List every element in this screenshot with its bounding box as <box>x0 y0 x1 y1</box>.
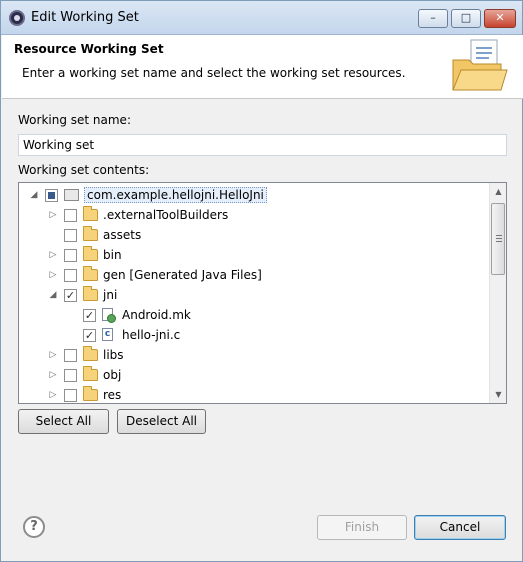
window-title: Edit Working Set <box>31 10 139 25</box>
maximize-button[interactable]: □ <box>451 9 481 28</box>
tree-item-label: gen [Generated Java Files] <box>103 268 262 282</box>
folder-icon <box>83 286 98 301</box>
tree-row[interactable]: ◢ com.example.hellojni.HelloJni <box>19 185 489 205</box>
vertical-scrollbar[interactable]: ▲ ▼ <box>489 183 506 403</box>
tree-checkbox[interactable]: ✓ <box>83 329 96 342</box>
folder-icon <box>83 266 98 281</box>
expand-arrow-icon[interactable]: ▷ <box>48 350 58 360</box>
tree-row[interactable]: ▷ bin <box>19 245 489 265</box>
tree-checkbox[interactable] <box>64 229 77 242</box>
folder-icon <box>83 346 98 361</box>
tree-row[interactable]: ▷ obj <box>19 365 489 385</box>
working-set-name-input[interactable] <box>18 134 507 156</box>
tree-item-label: bin <box>103 248 122 262</box>
folder-icon <box>83 246 98 261</box>
tree-item-label: Android.mk <box>122 308 191 322</box>
tree-checkbox[interactable] <box>64 269 77 282</box>
tree-checkbox[interactable] <box>64 209 77 222</box>
tree-checkbox[interactable] <box>64 369 77 382</box>
folder-icon <box>83 366 98 381</box>
working-set-contents-tree[interactable]: ◢ com.example.hellojni.HelloJni ▷ .external… <box>18 182 507 404</box>
working-set-contents-label: Working set contents: <box>18 163 150 177</box>
tree-row[interactable]: assets <box>19 225 489 245</box>
cancel-button[interactable]: Cancel <box>414 515 506 540</box>
working-set-name-label: Working set name: <box>18 113 131 127</box>
edit-working-set-dialog: Edit Working Set – □ ✕ Resource Working … <box>0 0 523 562</box>
tree-item-label: res <box>103 388 122 402</box>
finish-button[interactable]: Finish <box>317 515 407 540</box>
tree-checkbox[interactable] <box>64 389 77 402</box>
c-file-icon: c <box>102 328 113 341</box>
grip-icon <box>496 235 502 242</box>
scroll-up-arrow-icon[interactable]: ▲ <box>490 183 506 200</box>
tree-item-label: com.example.hellojni.HelloJni <box>84 187 267 203</box>
tree-row[interactable]: ▷ libs <box>19 345 489 365</box>
folder-icon <box>83 206 98 221</box>
expand-arrow-icon <box>48 230 58 240</box>
tree-item-label: .externalToolBuilders <box>103 208 229 222</box>
tree-checkbox[interactable] <box>64 249 77 262</box>
title-bar[interactable]: Edit Working Set – □ ✕ <box>1 1 522 35</box>
expand-arrow-icon[interactable]: ▷ <box>48 390 58 400</box>
banner-description: Enter a working set name and select the … <box>22 66 406 80</box>
help-icon[interactable]: ? <box>23 516 45 538</box>
select-all-button[interactable]: Select All <box>18 409 109 434</box>
banner-title: Resource Working Set <box>14 42 164 56</box>
header-banner: Resource Working Set Enter a working set… <box>2 35 523 99</box>
tree-checkbox[interactable] <box>64 349 77 362</box>
tree-row[interactable]: ▷ gen [Generated Java Files] <box>19 265 489 285</box>
expand-arrow-icon <box>67 330 77 340</box>
eclipse-icon <box>9 10 25 26</box>
collapse-arrow-icon[interactable]: ◢ <box>29 190 39 200</box>
minimize-button[interactable]: – <box>418 9 448 28</box>
tree-row[interactable]: ▷ res <box>19 385 489 403</box>
tree-row[interactable]: ▷ .externalToolBuilders <box>19 205 489 225</box>
tree-checkbox[interactable] <box>45 189 58 202</box>
expand-arrow-icon[interactable]: ▷ <box>48 270 58 280</box>
tree-item-label: jni <box>103 288 118 302</box>
expand-arrow-icon[interactable]: ▷ <box>48 250 58 260</box>
tree-checkbox[interactable]: ✓ <box>64 289 77 302</box>
project-icon <box>64 189 79 201</box>
tree-item-label: hello-jni.c <box>122 328 181 342</box>
collapse-arrow-icon[interactable]: ◢ <box>48 290 58 300</box>
expand-arrow-icon[interactable]: ▷ <box>48 370 58 380</box>
folder-document-icon <box>452 39 508 91</box>
tree-checkbox[interactable]: ✓ <box>83 309 96 322</box>
tree-item-label: libs <box>103 348 124 362</box>
folder-icon <box>83 386 98 401</box>
deselect-all-button[interactable]: Deselect All <box>117 409 206 434</box>
expand-arrow-icon <box>67 310 77 320</box>
tree-item-label: assets <box>103 228 142 242</box>
folder-icon <box>83 226 98 241</box>
expand-arrow-icon[interactable]: ▷ <box>48 210 58 220</box>
close-button[interactable]: ✕ <box>484 9 516 28</box>
file-icon <box>102 308 116 323</box>
tree-item-label: obj <box>103 368 122 382</box>
scroll-thumb[interactable] <box>491 203 505 275</box>
scroll-down-arrow-icon[interactable]: ▼ <box>490 386 506 403</box>
tree-row[interactable]: ✓ c hello-jni.c <box>19 325 489 345</box>
tree-row[interactable]: ✓ Android.mk <box>19 305 489 325</box>
tree-row[interactable]: ◢ ✓ jni <box>19 285 489 305</box>
